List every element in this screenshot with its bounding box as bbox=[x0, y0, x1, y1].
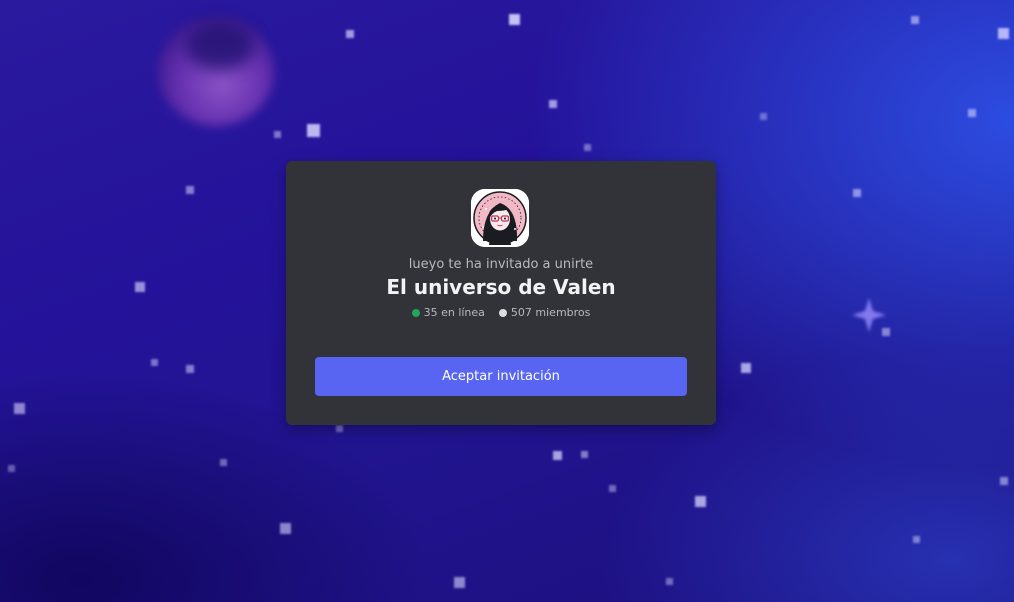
star-decoration bbox=[335, 424, 343, 432]
star-decoration bbox=[150, 358, 158, 366]
inviter-message: lueyo te ha invitado a unirte bbox=[408, 257, 594, 272]
online-status-dot-icon bbox=[411, 308, 420, 317]
space-background: lueyo te ha invitado a unirte El univers… bbox=[0, 0, 1014, 602]
star-decoration bbox=[453, 576, 465, 588]
member-count: 507 miembros bbox=[510, 306, 591, 319]
star-decoration bbox=[219, 458, 227, 466]
server-avatar bbox=[471, 189, 529, 247]
star-decoration bbox=[186, 186, 194, 194]
star-decoration bbox=[583, 143, 591, 151]
server-avatar-icon bbox=[471, 189, 529, 247]
online-count: 35 en línea bbox=[423, 306, 485, 319]
star-decoration bbox=[580, 450, 588, 458]
accept-invite-button[interactable]: Aceptar invitación bbox=[315, 357, 687, 396]
star-decoration bbox=[694, 495, 706, 507]
star-decoration bbox=[306, 123, 320, 137]
star-decoration bbox=[346, 30, 354, 38]
star-decoration bbox=[135, 282, 145, 292]
star-decoration bbox=[552, 450, 562, 460]
star-decoration bbox=[508, 13, 520, 25]
planet-shadow-decoration bbox=[185, 20, 255, 70]
star-decoration bbox=[911, 16, 919, 24]
star-decoration bbox=[1000, 477, 1008, 485]
star-decoration bbox=[912, 535, 920, 543]
star-decoration bbox=[853, 189, 861, 197]
star-decoration bbox=[759, 112, 767, 120]
star-decoration bbox=[549, 100, 557, 108]
server-stats: 35 en línea 507 miembros bbox=[286, 306, 716, 319]
sparkle-icon bbox=[852, 298, 886, 332]
members-stat: 507 miembros bbox=[498, 306, 591, 319]
invite-card: lueyo te ha invitado a unirte El univers… bbox=[286, 161, 716, 425]
star-decoration bbox=[741, 363, 751, 373]
star-decoration bbox=[13, 402, 25, 414]
star-decoration bbox=[968, 109, 976, 117]
star-decoration bbox=[7, 464, 15, 472]
star-decoration bbox=[665, 577, 673, 585]
star-decoration bbox=[186, 365, 194, 373]
members-status-dot-icon bbox=[498, 308, 507, 317]
star-decoration bbox=[997, 27, 1009, 39]
online-stat: 35 en línea bbox=[411, 306, 485, 319]
server-name: El universo de Valen bbox=[386, 275, 616, 299]
star-decoration bbox=[273, 130, 281, 138]
star-decoration bbox=[279, 522, 291, 534]
star-decoration bbox=[608, 484, 616, 492]
